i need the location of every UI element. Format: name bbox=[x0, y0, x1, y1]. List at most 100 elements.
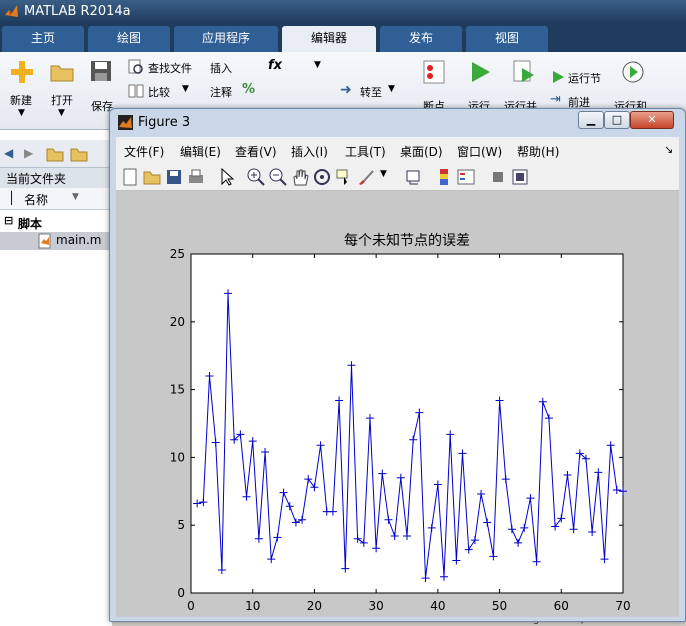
goto-arrow-icon: ➜ bbox=[340, 82, 352, 98]
x-tick-label: 30 bbox=[369, 599, 384, 613]
x-tick-label: 40 bbox=[430, 599, 445, 613]
comment-button[interactable]: 注释 % bbox=[210, 82, 310, 100]
insert-legend-icon[interactable] bbox=[456, 167, 476, 187]
figure-toolbar: ▼ bbox=[116, 163, 679, 191]
run-section-icon bbox=[553, 71, 564, 83]
menu-view[interactable]: 查看(V) bbox=[235, 143, 277, 160]
up-folder-icon[interactable] bbox=[46, 146, 64, 162]
rotate-3d-icon[interactable] bbox=[312, 167, 332, 187]
menu-file[interactable]: 文件(F) bbox=[124, 143, 164, 160]
tree-group-scripts[interactable]: ⊟ 脚本 bbox=[0, 214, 112, 232]
figure-window: Figure 3 ▁ □ ✕ 文件(F) 编辑(E) 查看(V) 插入(I) 工… bbox=[109, 108, 686, 622]
chevron-down-icon: ▼ bbox=[388, 84, 395, 94]
find-files-icon bbox=[128, 59, 143, 74]
hide-plot-tools-icon[interactable] bbox=[488, 167, 508, 187]
chevron-down-icon: ▼ bbox=[18, 108, 25, 118]
minimize-icon: ▁ bbox=[586, 113, 596, 126]
pan-hand-icon[interactable] bbox=[290, 167, 310, 187]
folder-icon bbox=[50, 65, 74, 82]
chevron-down-icon: ▼ bbox=[182, 84, 189, 94]
insert-label: 插入 bbox=[210, 62, 232, 75]
file-row-main[interactable]: main.m bbox=[0, 232, 112, 250]
zoom-in-icon[interactable] bbox=[246, 167, 266, 187]
figure-logo-icon bbox=[118, 115, 133, 130]
menu-desktop[interactable]: 桌面(D) bbox=[400, 143, 443, 160]
x-tick-label: 50 bbox=[492, 599, 507, 613]
matlab-logo-icon bbox=[5, 5, 18, 17]
app-title: MATLAB R2014a bbox=[24, 4, 131, 19]
sort-icon: ▼ bbox=[72, 192, 79, 202]
y-tick-label: 25 bbox=[170, 247, 185, 261]
tab-plots[interactable]: 绘图 bbox=[88, 26, 170, 52]
brush-dropdown-icon[interactable]: ▼ bbox=[380, 169, 400, 189]
show-plot-tools-icon[interactable] bbox=[510, 167, 530, 187]
x-tick-label: 10 bbox=[245, 599, 260, 613]
maximize-icon: □ bbox=[611, 113, 623, 126]
browse-folder-icon[interactable] bbox=[70, 146, 88, 162]
column-separator-icon: │ bbox=[8, 191, 16, 205]
maximize-button[interactable]: □ bbox=[604, 111, 630, 129]
tab-publish[interactable]: 发布 bbox=[380, 26, 462, 52]
menu-insert[interactable]: 插入(I) bbox=[291, 143, 328, 160]
x-tick-label: 0 bbox=[187, 599, 195, 613]
open-label: 打开 bbox=[51, 94, 73, 107]
tab-home[interactable]: 主页 bbox=[2, 26, 84, 52]
chevron-down-icon: ▼ bbox=[314, 60, 321, 70]
x-tick-label: 20 bbox=[307, 599, 322, 613]
current-folder-header: 当前文件夹 bbox=[0, 168, 112, 188]
x-tick-label: 70 bbox=[615, 599, 630, 613]
data-cursor-icon[interactable] bbox=[334, 167, 354, 187]
new-button[interactable]: 新建 ▼ bbox=[6, 58, 40, 124]
zoom-out-icon[interactable] bbox=[268, 167, 288, 187]
axes-box bbox=[190, 253, 624, 594]
link-plot-icon[interactable] bbox=[404, 167, 424, 187]
error-line-chart[interactable]: 每个未知节点的误差 0 10 20 30 40 50 60 70 0 5 10 15 20 25 bbox=[116, 191, 679, 617]
plot-area: 每个未知节点的误差 0 10 20 30 40 50 60 70 0 5 10 15 20 25 bbox=[116, 191, 679, 617]
y-tick-label: 5 bbox=[177, 518, 185, 532]
run-section-label: 运行节 bbox=[568, 72, 601, 85]
minimize-button[interactable]: ▁ bbox=[578, 111, 604, 129]
figure-title: Figure 3 bbox=[138, 115, 191, 130]
ribbon-tabs: 主页 绘图 应用程序 编辑器 发布 视图 bbox=[0, 24, 686, 52]
save-icon bbox=[91, 61, 111, 81]
forward-arrow-icon[interactable]: ▶ bbox=[24, 146, 33, 160]
pointer-icon[interactable] bbox=[216, 167, 236, 187]
open-file-icon[interactable] bbox=[142, 167, 162, 187]
find-files-button[interactable]: 查找文件 bbox=[128, 58, 202, 76]
fx-icon: fx bbox=[268, 58, 283, 73]
menubar-dock-arrow-icon[interactable]: ↘ bbox=[664, 143, 673, 156]
open-button[interactable]: 打开 ▼ bbox=[46, 58, 80, 124]
new-plus-icon bbox=[11, 61, 33, 83]
menu-edit[interactable]: 编辑(E) bbox=[180, 143, 221, 160]
y-tick-label: 0 bbox=[177, 586, 185, 600]
close-button[interactable]: ✕ bbox=[630, 111, 674, 129]
brush-icon[interactable] bbox=[356, 167, 376, 187]
menu-tools[interactable]: 工具(T) bbox=[345, 143, 386, 160]
y-tick-label: 10 bbox=[170, 450, 185, 464]
close-icon: ✕ bbox=[647, 113, 657, 126]
save-figure-icon[interactable] bbox=[164, 167, 184, 187]
insert-colorbar-icon[interactable] bbox=[434, 167, 454, 187]
tab-editor[interactable]: 编辑器 bbox=[282, 26, 376, 52]
new-label: 新建 bbox=[10, 94, 32, 107]
name-column-header[interactable]: │ 名称 ▼ bbox=[0, 188, 112, 210]
new-figure-icon[interactable] bbox=[120, 167, 140, 187]
print-icon[interactable] bbox=[186, 167, 206, 187]
folder-navbar: ◀ ▶ bbox=[0, 140, 112, 168]
run-section-button[interactable]: 运行节 bbox=[550, 68, 614, 86]
back-arrow-icon[interactable]: ◀ bbox=[4, 146, 13, 160]
compare-button[interactable]: 比较 ▼ bbox=[128, 82, 202, 100]
goto-label: 转至 bbox=[360, 86, 382, 99]
tab-apps[interactable]: 应用程序 bbox=[174, 26, 278, 52]
x-tick-label: 60 bbox=[554, 599, 569, 613]
tab-view[interactable]: 视图 bbox=[466, 26, 548, 52]
name-column-label: 名称 bbox=[24, 193, 49, 207]
percent-icon: % bbox=[242, 82, 256, 97]
menu-window[interactable]: 窗口(W) bbox=[457, 143, 502, 160]
y-tick-label: 20 bbox=[170, 315, 185, 329]
goto-button[interactable]: ➜ 转至 ▼ bbox=[340, 82, 400, 100]
insert-button[interactable]: 插入 fx ▼ bbox=[210, 58, 321, 76]
menu-help[interactable]: 帮助(H) bbox=[517, 143, 559, 160]
collapse-icon: ⊟ bbox=[4, 214, 14, 227]
chevron-down-icon: ▼ bbox=[58, 108, 65, 118]
